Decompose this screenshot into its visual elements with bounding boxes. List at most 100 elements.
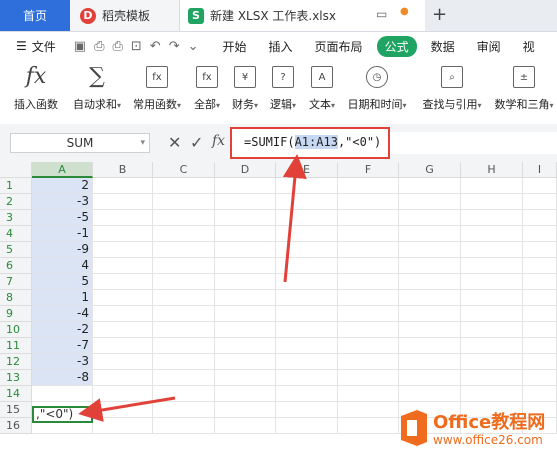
cell-g2[interactable] — [399, 194, 461, 210]
row-header-4[interactable]: 4 — [0, 226, 32, 242]
cell-f4[interactable] — [338, 226, 399, 242]
menu-formula[interactable]: 公式 — [376, 35, 417, 57]
new-tab-plus-icon[interactable]: + — [432, 4, 447, 25]
row-header-9[interactable]: 9 — [0, 306, 32, 322]
cell-b10[interactable] — [93, 322, 153, 338]
cell-b14[interactable] — [93, 386, 153, 402]
cell-h4[interactable] — [461, 226, 523, 242]
insert-function-button[interactable]: fx 插入函数 — [10, 66, 62, 112]
cell-g1[interactable] — [399, 178, 461, 194]
formula-input-extension[interactable] — [390, 132, 557, 154]
cell-d12[interactable] — [215, 354, 276, 370]
menu-review[interactable]: 审阅 — [477, 38, 501, 55]
tab-home[interactable]: 首页 — [0, 0, 70, 31]
cell-i12[interactable] — [523, 354, 557, 370]
cell-h10[interactable] — [461, 322, 523, 338]
cell-c12[interactable] — [153, 354, 215, 370]
menu-data[interactable]: 数据 — [431, 38, 455, 55]
cell-c8[interactable] — [153, 290, 215, 306]
row-header-2[interactable]: 2 — [0, 194, 32, 210]
cell-e2[interactable] — [276, 194, 338, 210]
cell-c4[interactable] — [153, 226, 215, 242]
row-header-13[interactable]: 13 — [0, 370, 32, 386]
print-preview-icon[interactable]: ⎙ — [94, 39, 104, 54]
cell-f13[interactable] — [338, 370, 399, 386]
cell-b15[interactable] — [93, 402, 153, 418]
cell-e12[interactable] — [276, 354, 338, 370]
row-header-1[interactable]: 1 — [0, 178, 32, 194]
column-header-g[interactable]: G — [399, 162, 461, 178]
cell-c7[interactable] — [153, 274, 215, 290]
row-header-15[interactable]: 15 — [0, 402, 32, 418]
lookup-button[interactable]: ⌕ 查找与引用▾ — [418, 66, 486, 112]
cell-b13[interactable] — [93, 370, 153, 386]
cell-a11[interactable]: -7 — [32, 338, 93, 354]
cell-h5[interactable] — [461, 242, 523, 258]
cell-a2[interactable]: -3 — [32, 194, 93, 210]
cell-c15[interactable] — [153, 402, 215, 418]
cell-b6[interactable] — [93, 258, 153, 274]
formula-input[interactable]: =SUMIF(A1:A13,"<0") — [230, 127, 390, 159]
cell-f9[interactable] — [338, 306, 399, 322]
menu-file[interactable]: 文件 — [32, 38, 56, 55]
cell-c1[interactable] — [153, 178, 215, 194]
window-icon[interactable]: ▭ — [376, 7, 387, 21]
cell-h2[interactable] — [461, 194, 523, 210]
cell-d4[interactable] — [215, 226, 276, 242]
cell-i13[interactable] — [523, 370, 557, 386]
confirm-check-icon[interactable]: ✓ — [190, 133, 203, 152]
cell-e8[interactable] — [276, 290, 338, 306]
cell-a3[interactable]: -5 — [32, 210, 93, 226]
row-header-11[interactable]: 11 — [0, 338, 32, 354]
cell-g14[interactable] — [399, 386, 461, 402]
name-box[interactable]: SUM ▾ — [10, 133, 150, 153]
cell-d3[interactable] — [215, 210, 276, 226]
cell-c2[interactable] — [153, 194, 215, 210]
cell-a5[interactable]: -9 — [32, 242, 93, 258]
cell-c5[interactable] — [153, 242, 215, 258]
cell-g10[interactable] — [399, 322, 461, 338]
cell-f6[interactable] — [338, 258, 399, 274]
all-functions-button[interactable]: fx 全部▾ — [190, 66, 224, 112]
cell-h1[interactable] — [461, 178, 523, 194]
cell-b2[interactable] — [93, 194, 153, 210]
column-header-d[interactable]: D — [215, 162, 276, 178]
row-header-16[interactable]: 16 — [0, 418, 32, 434]
cell-e4[interactable] — [276, 226, 338, 242]
cell-g13[interactable] — [399, 370, 461, 386]
cell-g8[interactable] — [399, 290, 461, 306]
cell-e14[interactable] — [276, 386, 338, 402]
column-header-i[interactable]: I — [523, 162, 557, 178]
cell-i10[interactable] — [523, 322, 557, 338]
cell-d5[interactable] — [215, 242, 276, 258]
cell-a10[interactable]: -2 — [32, 322, 93, 338]
fx-button[interactable]: fx — [212, 133, 225, 149]
column-header-c[interactable]: C — [153, 162, 215, 178]
cell-b11[interactable] — [93, 338, 153, 354]
cell-i11[interactable] — [523, 338, 557, 354]
menu-hamburger-icon[interactable]: ☰ — [16, 39, 27, 53]
cell-a12[interactable]: -3 — [32, 354, 93, 370]
date-time-button[interactable]: ◷ 日期和时间▾ — [345, 66, 409, 112]
cell-h11[interactable] — [461, 338, 523, 354]
cell-i6[interactable] — [523, 258, 557, 274]
cell-e11[interactable] — [276, 338, 338, 354]
cell-c6[interactable] — [153, 258, 215, 274]
cell-i2[interactable] — [523, 194, 557, 210]
cell-d9[interactable] — [215, 306, 276, 322]
cell-i1[interactable] — [523, 178, 557, 194]
cell-c14[interactable] — [153, 386, 215, 402]
cell-d15[interactable] — [215, 402, 276, 418]
row-header-12[interactable]: 12 — [0, 354, 32, 370]
cell-g12[interactable] — [399, 354, 461, 370]
column-header-f[interactable]: F — [338, 162, 399, 178]
cell-h9[interactable] — [461, 306, 523, 322]
column-header-h[interactable]: H — [461, 162, 523, 178]
save-icon[interactable]: ▣ — [74, 39, 86, 54]
cell-d13[interactable] — [215, 370, 276, 386]
row-header-3[interactable]: 3 — [0, 210, 32, 226]
cell-b9[interactable] — [93, 306, 153, 322]
cell-a6[interactable]: 4 — [32, 258, 93, 274]
cell-b16[interactable] — [93, 418, 153, 434]
menu-view[interactable]: 视 — [523, 38, 535, 55]
